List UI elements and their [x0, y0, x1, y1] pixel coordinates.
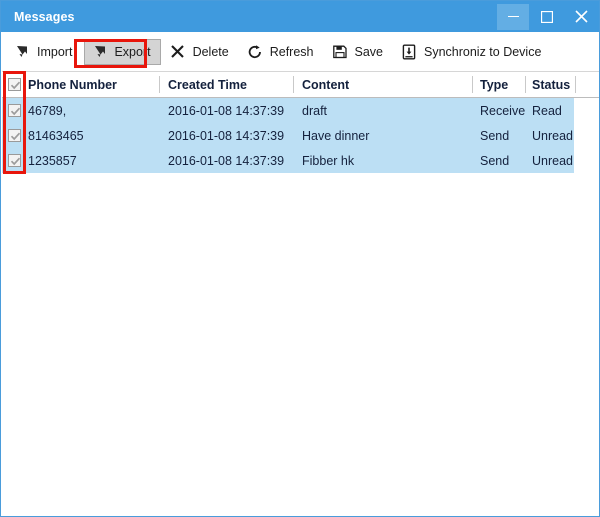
cell-created-time: 2016-01-08 14:37:39 — [168, 98, 293, 123]
cell-type: Receive — [480, 98, 526, 123]
grid-body: 46789, 2016-01-08 14:37:39 draft Receive… — [2, 98, 600, 173]
column-header-phone-number[interactable]: Phone Number — [28, 72, 156, 97]
close-button[interactable] — [565, 4, 597, 30]
toolbar: Import Export Delete — [2, 32, 600, 72]
column-separator-3[interactable] — [472, 76, 473, 93]
column-header-type[interactable]: Type — [480, 72, 522, 97]
cell-status: Unread — [532, 148, 576, 173]
row-select-checkbox[interactable] — [8, 154, 21, 167]
cell-content: draft — [302, 98, 470, 123]
table-row[interactable]: 1235857 2016-01-08 14:37:39 Fibber hk Se… — [2, 148, 574, 173]
column-separator-4[interactable] — [525, 76, 526, 93]
save-button[interactable]: Save — [326, 38, 393, 66]
export-button[interactable]: Export — [84, 39, 160, 65]
maximize-icon — [541, 11, 553, 23]
cell-status: Unread — [532, 123, 576, 148]
column-header-status[interactable]: Status — [532, 72, 572, 97]
delete-button-label: Delete — [193, 45, 229, 59]
delete-button[interactable]: Delete — [164, 38, 238, 66]
column-separator-1[interactable] — [159, 76, 160, 93]
table-row[interactable]: 81463465 2016-01-08 14:37:39 Have dinner… — [2, 123, 574, 148]
grid-header-row: Phone Number Created Time Content Type S… — [2, 72, 600, 98]
select-all-checkbox[interactable] — [8, 78, 21, 91]
minimize-button[interactable] — [497, 4, 529, 30]
minimize-icon — [508, 11, 519, 22]
cell-content: Have dinner — [302, 123, 470, 148]
cell-status: Read — [532, 98, 576, 123]
cell-type: Send — [480, 148, 526, 173]
column-header-content[interactable]: Content — [302, 72, 467, 97]
import-button-label: Import — [37, 45, 72, 59]
import-button[interactable]: Import — [8, 38, 81, 66]
window-title: Messages — [1, 10, 75, 24]
cell-phone-number: 46789, — [28, 98, 156, 123]
row-select-checkbox[interactable] — [8, 129, 21, 142]
export-button-label: Export — [114, 45, 150, 59]
synchroniz-to-device-button[interactable]: Synchroniz to Device — [395, 38, 550, 66]
synchroniz-to-device-button-label: Synchroniz to Device — [424, 45, 541, 59]
import-arrow-icon — [13, 43, 31, 61]
checkmark-icon — [10, 156, 21, 167]
save-button-label: Save — [355, 45, 384, 59]
cell-phone-number: 1235857 — [28, 148, 156, 173]
checkmark-icon — [10, 106, 21, 117]
messages-window: Messages Import — [0, 0, 600, 517]
column-separator-2[interactable] — [293, 76, 294, 93]
title-bar: Messages — [1, 1, 599, 32]
checkmark-icon — [10, 131, 21, 142]
cell-created-time: 2016-01-08 14:37:39 — [168, 123, 293, 148]
table-row[interactable]: 46789, 2016-01-08 14:37:39 draft Receive… — [2, 98, 574, 123]
column-separator-5[interactable] — [575, 76, 576, 93]
cell-type: Send — [480, 123, 526, 148]
maximize-button[interactable] — [531, 4, 563, 30]
close-icon — [575, 10, 588, 23]
device-sync-icon — [400, 43, 418, 61]
export-arrow-icon — [90, 43, 108, 61]
refresh-button-label: Refresh — [270, 45, 314, 59]
floppy-disk-icon — [331, 43, 349, 61]
cell-content: Fibber hk — [302, 148, 470, 173]
column-header-created-time[interactable]: Created Time — [168, 72, 288, 97]
checkmark-icon — [10, 80, 21, 91]
close-x-icon — [169, 43, 187, 61]
cell-created-time: 2016-01-08 14:37:39 — [168, 148, 293, 173]
messages-grid: Phone Number Created Time Content Type S… — [2, 72, 600, 515]
row-select-checkbox[interactable] — [8, 104, 21, 117]
refresh-button[interactable]: Refresh — [241, 38, 323, 66]
refresh-circular-arrow-icon — [246, 43, 264, 61]
cell-phone-number: 81463465 — [28, 123, 156, 148]
